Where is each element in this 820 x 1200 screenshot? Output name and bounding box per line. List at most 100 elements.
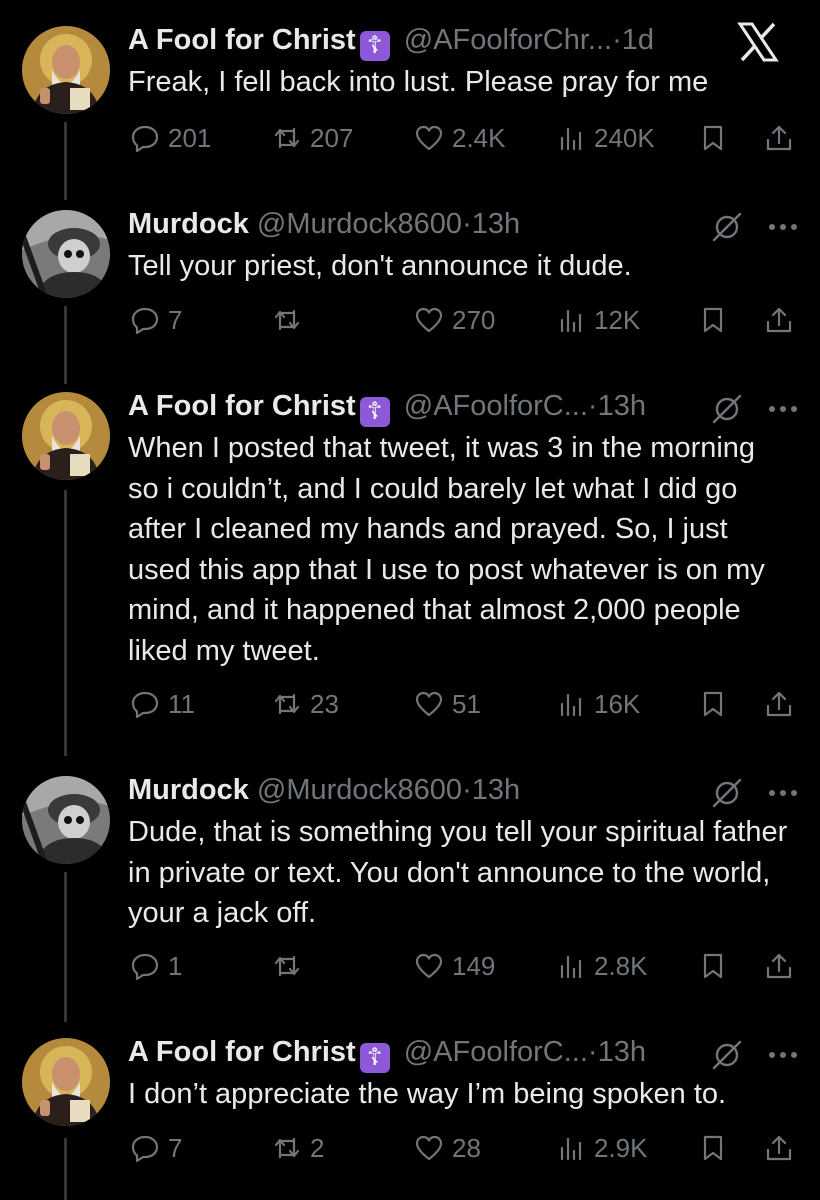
orthodox-cross-icon: ☦: [359, 31, 390, 61]
reply-icon: [131, 307, 159, 335]
reply-button[interactable]: 1: [130, 946, 182, 986]
retweet-button[interactable]: 207: [272, 118, 353, 158]
share-button[interactable]: [764, 118, 794, 158]
retweet-icon: [274, 955, 300, 977]
author-name[interactable]: Murdock: [128, 208, 249, 240]
views-button[interactable]: 16K: [556, 684, 640, 724]
timestamp[interactable]: 13h: [472, 208, 520, 240]
reply-icon: [131, 1135, 159, 1163]
retweet-icon: [274, 309, 300, 331]
view-count: 240K: [594, 122, 655, 153]
grok-icon[interactable]: [710, 1038, 744, 1077]
reply-button[interactable]: 201: [130, 118, 211, 158]
tweet[interactable]: A Fool for Christ ☦ @AFoolforC...·13h I d…: [0, 1032, 820, 1182]
tweet-text: Freak, I fell back into lust. Please pra…: [128, 66, 709, 98]
views-icon: [560, 127, 582, 151]
retweet-button[interactable]: 23: [272, 684, 339, 724]
author-name[interactable]: A Fool for Christ: [128, 1036, 356, 1068]
like-button[interactable]: 51: [414, 684, 481, 724]
orthodox-cross-icon: ☦: [359, 1043, 390, 1073]
view-count: 12K: [594, 304, 641, 335]
views-icon: [560, 955, 582, 979]
like-button[interactable]: 28: [414, 1128, 481, 1168]
separator-dot: ·: [612, 24, 622, 56]
tweet[interactable]: A Fool for Christ ☦ @AFoolforC...·13h Whe…: [0, 386, 820, 726]
more-options-icon[interactable]: [766, 212, 800, 247]
like-button[interactable]: 270: [414, 300, 495, 340]
grok-icon[interactable]: [710, 776, 744, 815]
view-count: 16K: [594, 688, 641, 719]
tweet[interactable]: A Fool for Christ ☦ @AFoolforChr...·1d Fr…: [0, 20, 820, 170]
separator-dot: ·: [462, 208, 472, 240]
bookmark-button[interactable]: [698, 118, 728, 158]
share-icon: [766, 953, 792, 979]
reply-count: 7: [168, 304, 183, 335]
bookmark-icon: [703, 691, 723, 717]
reply-button[interactable]: 7: [130, 300, 182, 340]
like-count: 28: [452, 1132, 481, 1163]
tweet[interactable]: Murdock @Murdock8600·13h Tell your pries…: [0, 204, 820, 354]
like-count: 51: [452, 688, 481, 719]
timestamp[interactable]: 1d: [622, 24, 654, 56]
view-count: 2.8K: [594, 950, 648, 981]
timestamp[interactable]: 13h: [598, 1036, 646, 1068]
reply-icon: [131, 125, 159, 153]
action-bar: 11 23 51 16K: [128, 684, 808, 724]
avatar-soldier-icon[interactable]: [22, 210, 110, 298]
retweet-button[interactable]: [272, 946, 310, 986]
author-handle[interactable]: @Murdock8600: [257, 208, 462, 240]
share-button[interactable]: [764, 946, 794, 986]
avatar-saint-icon[interactable]: [22, 26, 110, 114]
author-handle[interactable]: @Murdock8600: [257, 774, 462, 806]
more-options-icon[interactable]: [766, 394, 800, 429]
grok-icon[interactable]: [710, 210, 744, 249]
tweet[interactable]: Murdock @Murdock8600·13h Dude, that is s…: [0, 770, 820, 1000]
views-button[interactable]: 12K: [556, 300, 640, 340]
share-button[interactable]: [764, 684, 794, 724]
more-options-icon[interactable]: [766, 778, 800, 813]
share-icon: [766, 691, 792, 717]
heart-icon: [415, 1135, 443, 1161]
timestamp[interactable]: 13h: [472, 774, 520, 806]
reply-count: 7: [168, 1132, 183, 1163]
views-button[interactable]: 240K: [556, 118, 655, 158]
reply-button[interactable]: 11: [130, 684, 195, 724]
bookmark-button[interactable]: [698, 300, 728, 340]
retweet-count: 207: [310, 122, 354, 153]
bookmark-icon: [703, 307, 723, 333]
like-button[interactable]: 149: [414, 946, 495, 986]
views-button[interactable]: 2.8K: [556, 946, 648, 986]
avatar-saint-icon[interactable]: [22, 392, 110, 480]
retweet-button[interactable]: [272, 300, 310, 340]
author-handle[interactable]: @AFoolforChr...: [404, 24, 612, 56]
avatar-saint-icon[interactable]: [22, 1038, 110, 1126]
retweet-button[interactable]: 2: [272, 1128, 324, 1168]
reply-button[interactable]: 7: [130, 1128, 182, 1168]
views-button[interactable]: 2.9K: [556, 1128, 648, 1168]
timestamp[interactable]: 13h: [598, 390, 646, 422]
share-icon: [766, 125, 792, 151]
share-button[interactable]: [764, 1128, 794, 1168]
tweet-text: Dude, that is something you tell your sp…: [128, 816, 788, 929]
author-name[interactable]: A Fool for Christ: [128, 24, 356, 56]
retweet-count: 2: [310, 1132, 325, 1163]
author-name[interactable]: A Fool for Christ: [128, 390, 356, 422]
author-handle[interactable]: @AFoolforC...: [404, 390, 588, 422]
avatar-soldier-icon[interactable]: [22, 776, 110, 864]
author-name[interactable]: Murdock: [128, 774, 249, 806]
share-button[interactable]: [764, 300, 794, 340]
author-handle[interactable]: @AFoolforC...: [404, 1036, 588, 1068]
more-options-icon[interactable]: [766, 1040, 800, 1075]
share-icon: [766, 1135, 792, 1161]
bookmark-button[interactable]: [698, 684, 728, 724]
bookmark-icon: [703, 1135, 723, 1161]
grok-icon[interactable]: [710, 392, 744, 431]
bookmark-icon: [703, 125, 723, 151]
view-count: 2.9K: [594, 1132, 648, 1163]
views-icon: [560, 309, 582, 333]
bookmark-button[interactable]: [698, 1128, 728, 1168]
separator-dot: ·: [462, 774, 472, 806]
heart-icon: [415, 307, 443, 333]
like-button[interactable]: 2.4K: [414, 118, 506, 158]
bookmark-button[interactable]: [698, 946, 728, 986]
